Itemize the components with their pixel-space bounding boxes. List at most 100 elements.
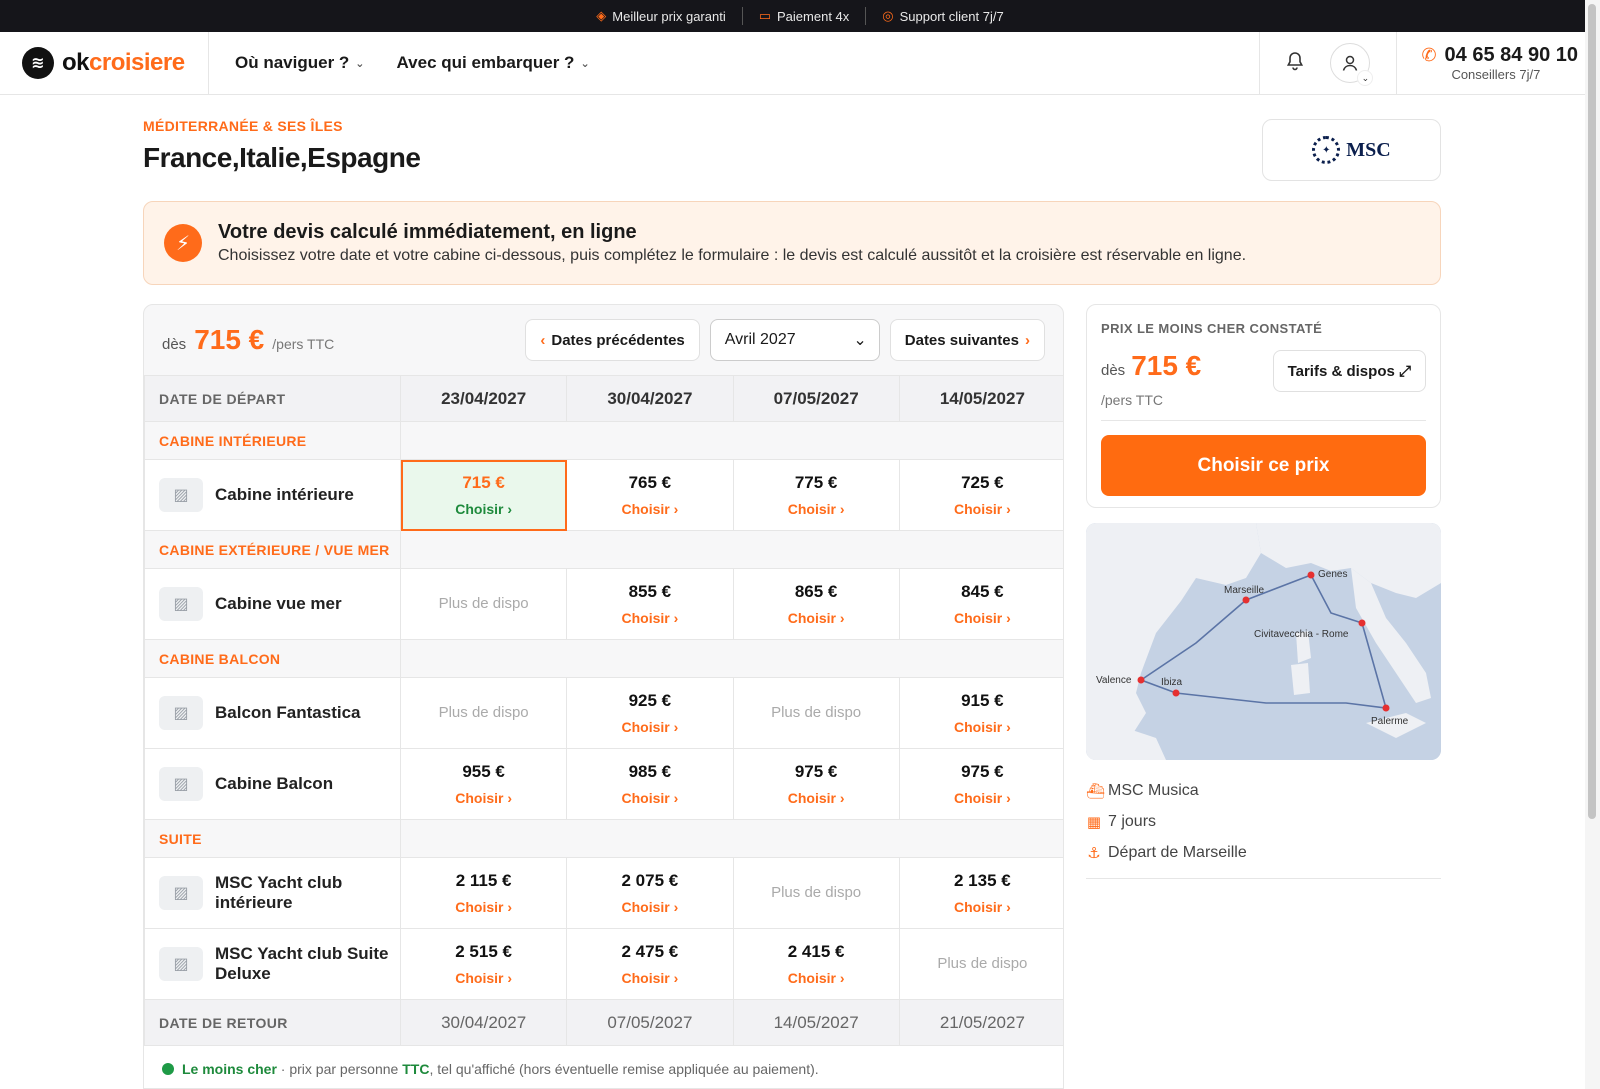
departure-port: ⚓ Départ de Marseille	[1087, 843, 1247, 862]
choose-button[interactable]: Choisir ›	[900, 790, 1063, 806]
choose-button[interactable]: Choisir ›	[401, 899, 566, 915]
price-cell[interactable]: 2 135 € Choisir ›	[898, 857, 1063, 929]
price-cell[interactable]: 925 € Choisir ›	[566, 677, 734, 749]
cabin-row: ▨ Cabine vue mer Plus de dispo 855 € Choisir…	[144, 568, 1063, 640]
cabin-price: 775 €	[794, 473, 838, 492]
previous-dates-button[interactable]: ‹ Dates précédentes	[525, 319, 700, 361]
banner-text: Choisissez votre date et votre cabine ci…	[218, 247, 1247, 264]
cabin-price: 975 €	[961, 762, 1004, 781]
map-label-civitavecchia: Civitavecchia - Rome	[1254, 629, 1349, 640]
choose-button[interactable]: Choisir ›	[734, 610, 899, 626]
bell-icon[interactable]	[1286, 51, 1304, 76]
choose-button[interactable]: Choisir ›	[734, 790, 899, 806]
choose-button[interactable]: Choisir ›	[401, 501, 566, 517]
page-scrollbar[interactable]	[1585, 0, 1600, 1089]
price-cell[interactable]: 2 475 € Choisir ›	[566, 928, 734, 1000]
best-price-card: PRIX LE MOINS CHER CONSTATÉ dès 715 € /pe…	[1086, 304, 1441, 508]
lightning-icon: ⚡	[164, 224, 202, 262]
site-logo[interactable]: ≋ okcroisiere	[0, 32, 209, 94]
choose-button[interactable]: Choisir ›	[900, 899, 1063, 915]
price-cell-unavailable: Plus de dispo	[898, 928, 1063, 1000]
cabin-price: 865 €	[794, 582, 838, 601]
departure-dates-row: DATE DE DÉPART 23/04/2027 30/04/2027 07/05/…	[144, 375, 1063, 422]
image-placeholder-icon: ▨	[159, 947, 203, 981]
return-dates-row: DATE DE RETOUR 30/04/2027 07/05/2027 14/05/…	[144, 999, 1063, 1046]
departure-date: 30/04/2027	[566, 375, 734, 422]
cabin-row: ▨ MSC Yacht club Suite Deluxe 2 515 € Chois…	[144, 928, 1063, 1000]
chevron-down-icon: ⌄	[853, 332, 867, 349]
month-select[interactable]: Avril 2027 ⌄	[709, 319, 880, 361]
cruise-region: MÉDITERRANÉE & SES ÎLES	[143, 118, 343, 134]
nav-who-to-board-with[interactable]: Avec qui embarquer ? ⌄	[397, 53, 590, 73]
user-account-button[interactable]: ⌄	[1330, 43, 1374, 86]
category-row: CABINE EXTÉRIEURE / VUE MER	[144, 530, 1063, 569]
date-controls: ‹ Dates précédentes Avril 2027 ⌄ Dates sui…	[525, 319, 1045, 361]
image-placeholder-icon: ▨	[159, 587, 203, 621]
page-title: France,Italie,Espagne	[143, 142, 421, 173]
choose-button[interactable]: Choisir ›	[401, 970, 566, 986]
category-row: SUITE	[144, 819, 1063, 858]
map-label-ibiza: Ibiza	[1161, 677, 1183, 688]
cabin-row: ▨ Cabine Balcon 955 € Choisir › 985 € Choisir…	[144, 748, 1063, 820]
return-date: 21/05/2027	[898, 999, 1063, 1046]
price-legend: Le moins cher · prix par personne TTC, t…	[144, 1046, 1063, 1088]
ship-name: ⛴ MSC Musica	[1086, 781, 1199, 800]
cabin-row: ▨ Balcon Fantastica Plus de dispo 925 € Choi…	[144, 677, 1063, 749]
choose-button[interactable]: Choisir ›	[567, 970, 732, 986]
choose-button[interactable]: Choisir ›	[900, 610, 1063, 626]
calendar-icon: ▦	[1086, 813, 1102, 831]
price-cell-unavailable: Plus de dispo	[399, 677, 568, 749]
scrollbar-thumb[interactable]	[1588, 4, 1596, 819]
departure-date: 07/05/2027	[732, 375, 900, 422]
image-placeholder-icon: ▨	[159, 876, 203, 910]
choose-button[interactable]: Choisir ›	[734, 501, 899, 517]
next-dates-button[interactable]: Dates suivantes ›	[889, 319, 1045, 361]
price-cell[interactable]: 2 515 € Choisir ›	[399, 928, 568, 1000]
category-row: CABINE BALCON	[144, 639, 1063, 678]
choose-button[interactable]: Choisir ›	[567, 790, 732, 806]
choose-button[interactable]: Choisir ›	[567, 719, 732, 735]
nav-where-to-sail[interactable]: Où naviguer ? ⌄	[235, 53, 365, 73]
phone-contact[interactable]: ✆ 04 65 84 90 10 Conseillers 7j/7	[1397, 32, 1600, 94]
duration: ▦ 7 jours	[1086, 812, 1157, 831]
price-cell[interactable]: 915 € Choisir ›	[898, 677, 1063, 749]
map-label-marseille: Marseille	[1224, 585, 1264, 596]
price-cell[interactable]: 845 € Choisir ›	[898, 568, 1063, 640]
choose-button[interactable]: Choisir ›	[401, 790, 566, 806]
itinerary-map[interactable]: Marseille Genes Civitavecchia - Rome Val…	[1086, 523, 1441, 760]
choose-button[interactable]: Choisir ›	[567, 899, 732, 915]
cabin-price: 985 €	[628, 762, 672, 781]
price-cell[interactable]: 765 € Choisir ›	[566, 459, 734, 531]
price-cell[interactable]: 975 € Choisir ›	[898, 748, 1063, 820]
anchor-icon: ⚓	[1087, 844, 1101, 862]
price-cell[interactable]: 2 415 € Choisir ›	[732, 928, 900, 1000]
price-cell-unavailable: Plus de dispo	[399, 568, 568, 640]
cabin-price: 725 €	[961, 473, 1004, 492]
cabin-name: Cabine vue mer	[215, 594, 342, 613]
price-cell[interactable]: 955 € Choisir ›	[399, 748, 568, 820]
choose-price-button[interactable]: Choisir ce prix	[1101, 435, 1426, 496]
choose-button[interactable]: Choisir ›	[567, 610, 732, 626]
price-cell[interactable]: 2 075 € Choisir ›	[566, 857, 734, 929]
price-cell[interactable]: 855 € Choisir ›	[566, 568, 734, 640]
choose-button[interactable]: Choisir ›	[734, 970, 899, 986]
price-cell[interactable]: 985 € Choisir ›	[566, 748, 734, 820]
category-label: CABINE BALCON	[144, 639, 401, 678]
choose-button[interactable]: Choisir ›	[900, 719, 1063, 735]
topbar-item-best-price: ◈ Meilleur prix garanti	[596, 8, 726, 24]
tarifs-dispos-button[interactable]: Tarifs & dispos ⤢	[1272, 350, 1426, 392]
choose-button[interactable]: Choisir ›	[900, 501, 1063, 517]
headset-icon: ◎	[882, 8, 894, 23]
price-cell[interactable]: 2 115 € Choisir ›	[399, 857, 568, 929]
price-cell[interactable]: 975 € Choisir ›	[732, 748, 900, 820]
price-cell[interactable]: 775 € Choisir ›	[732, 459, 900, 531]
choose-button[interactable]: Choisir ›	[567, 501, 732, 517]
price-cell[interactable]: 715 € Choisir ›	[399, 459, 568, 531]
cruise-details: ⛴ MSC Musica ▦ 7 jours ⚓ Départ de Marseill…	[1086, 775, 1441, 879]
cabin-row: ▨ Cabine intérieure 715 € Choisir › 765 € Cho…	[144, 459, 1063, 531]
price-cell[interactable]: 865 € Choisir ›	[732, 568, 900, 640]
site-header: ≋ okcroisiere Où naviguer ? ⌄ Avec qui em…	[0, 32, 1600, 95]
chevron-left-icon: ‹	[540, 331, 546, 349]
price-cell[interactable]: 725 € Choisir ›	[898, 459, 1063, 531]
tag-icon: ◈	[596, 8, 607, 23]
